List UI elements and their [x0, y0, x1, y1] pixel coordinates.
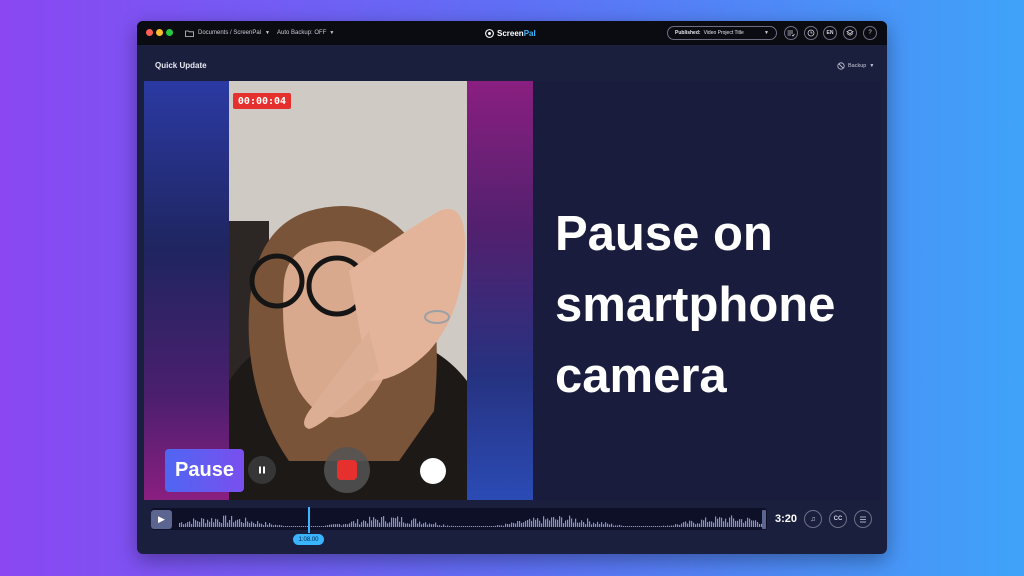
- minimize-window-button[interactable]: [156, 29, 163, 36]
- captions-button[interactable]: CC: [829, 510, 847, 528]
- camera-pause-button[interactable]: [248, 456, 276, 484]
- auto-backup-label: Auto Backup: OFF: [277, 30, 327, 36]
- backup-label: Backup: [848, 63, 867, 69]
- camera-feed: [229, 81, 467, 500]
- close-window-button[interactable]: [146, 29, 153, 36]
- playlist-icon: [787, 30, 795, 37]
- pause-caption: Pause: [165, 449, 244, 492]
- history-icon: [807, 29, 815, 37]
- gradient-strip-right: [466, 81, 533, 500]
- no-backup-icon: [837, 62, 845, 70]
- stop-icon: [337, 460, 357, 480]
- play-button[interactable]: ▶: [151, 510, 172, 529]
- music-note-icon: ♫: [810, 515, 816, 523]
- layers-button[interactable]: [843, 26, 857, 40]
- playhead-time: 1:08.00: [293, 534, 324, 545]
- title-bar: Documents / ScreenPal ▼ Auto Backup: OFF…: [137, 21, 887, 45]
- language-label: EN: [826, 30, 834, 36]
- camera-scene-image: [229, 81, 467, 500]
- cc-label: CC: [833, 516, 843, 522]
- chevron-down-icon: ▼: [329, 30, 335, 36]
- playhead[interactable]: [308, 507, 310, 533]
- folder-icon: [185, 30, 194, 37]
- music-button[interactable]: ♫: [804, 510, 822, 528]
- headline-text: Pause on smartphone camera: [555, 199, 875, 412]
- menu-icon: [860, 516, 866, 522]
- chevron-down-icon: ▼: [869, 63, 875, 69]
- video-preview[interactable]: 00:00:04 Pause Pause on smartphone camer…: [144, 81, 881, 500]
- language-button[interactable]: EN: [823, 26, 837, 40]
- audio-waveform: [179, 515, 763, 527]
- chevron-down-icon: ▼: [265, 30, 270, 36]
- chevron-down-icon: ▼: [764, 30, 769, 36]
- camera-shutter-button[interactable]: [420, 458, 446, 484]
- app-window: Documents / ScreenPal ▼ Auto Backup: OFF…: [137, 21, 887, 554]
- play-icon: ▶: [158, 514, 165, 524]
- breadcrumb-text: Documents / ScreenPal: [198, 30, 262, 36]
- logo-text-screen: Screen: [497, 28, 524, 38]
- maximize-window-button[interactable]: [166, 29, 173, 36]
- published-title: Video Project Title: [703, 30, 744, 36]
- help-label: ?: [868, 30, 872, 36]
- published-dropdown[interactable]: Published: Video Project Title ▼: [667, 26, 777, 40]
- auto-backup-toggle[interactable]: Auto Backup: OFF ▼: [277, 26, 334, 40]
- headline-line-1: Pause on: [555, 207, 773, 261]
- page-title: Quick Update: [155, 61, 207, 70]
- published-prefix: Published:: [675, 30, 701, 36]
- recording-timer: 00:00:04: [233, 93, 291, 109]
- playlist-button[interactable]: [784, 26, 798, 40]
- help-button[interactable]: ?: [863, 26, 877, 40]
- logo-text-pal: Pal: [523, 28, 536, 38]
- folder-breadcrumb[interactable]: Documents / ScreenPal ▼: [185, 26, 270, 40]
- headline-line-3: camera: [555, 349, 727, 403]
- backup-dropdown[interactable]: Backup ▼: [837, 61, 874, 71]
- timeline-end-handle[interactable]: [762, 510, 766, 529]
- logo-icon: [485, 28, 494, 38]
- history-button[interactable]: [804, 26, 818, 40]
- headline-line-2: smartphone: [555, 278, 836, 332]
- total-duration: 3:20: [775, 513, 798, 525]
- menu-button[interactable]: [854, 510, 872, 528]
- layers-icon: [846, 29, 854, 36]
- pause-icon: [259, 466, 265, 474]
- gradient-strip-left: [144, 81, 230, 500]
- screenpal-logo: Screen Pal: [485, 26, 536, 40]
- camera-stop-record-button[interactable]: [324, 447, 370, 493]
